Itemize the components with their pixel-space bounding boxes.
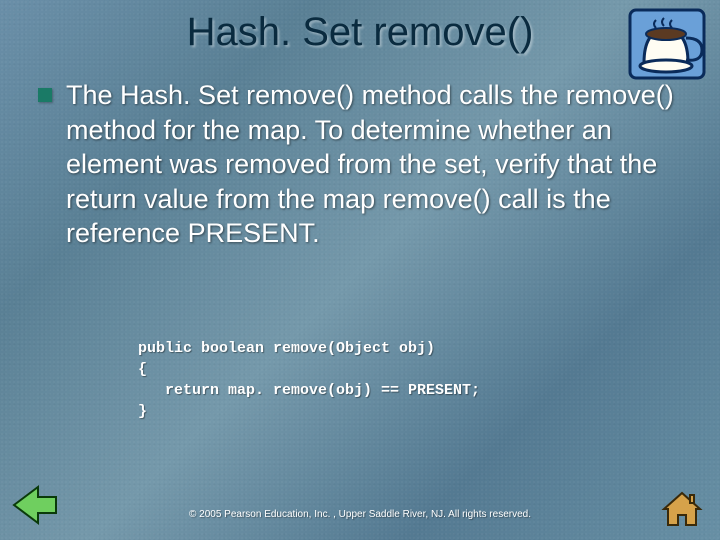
copyright-text: © 2005 Pearson Education, Inc. , Upper S…: [0, 509, 720, 520]
bullet-square-icon: [38, 88, 52, 102]
slide-title: Hash. Set remove(): [0, 10, 720, 55]
coffee-cup-icon: [628, 8, 706, 80]
bullet-row: The Hash. Set remove() method calls the …: [38, 78, 686, 251]
body-text: The Hash. Set remove() method calls the …: [66, 78, 686, 251]
bullet-block: The Hash. Set remove() method calls the …: [38, 78, 686, 251]
code-block: public boolean remove(Object obj) { retu…: [138, 338, 480, 422]
slide: Hash. Set remove() The Hash. Set remove(…: [0, 0, 720, 540]
back-arrow-icon[interactable]: [8, 483, 62, 532]
home-icon[interactable]: [660, 489, 704, 534]
